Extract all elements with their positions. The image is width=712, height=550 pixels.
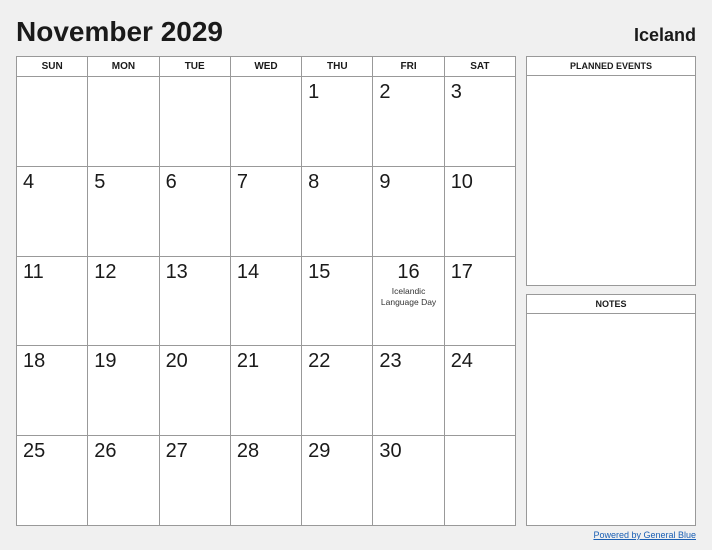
table-row: 16Icelandic Language Day [373,256,444,346]
table-row: 9 [373,166,444,256]
day-number: 25 [23,440,45,462]
calendar-section: SUN MON TUE WED THU FRI SAT 123456789101… [16,56,516,526]
col-header-sat: SAT [444,57,515,77]
col-header-fri: FRI [373,57,444,77]
table-row: 25 [17,436,88,526]
day-number: 16 [397,261,419,284]
day-number: 17 [451,261,473,283]
day-number: 4 [23,171,34,193]
col-header-sun: SUN [17,57,88,77]
table-row: 3 [444,77,515,167]
col-header-tue: TUE [159,57,230,77]
table-row: 29 [302,436,373,526]
day-number: 21 [237,350,259,372]
table-row: 23 [373,346,444,436]
day-number: 14 [237,261,259,283]
table-row: 21 [230,346,301,436]
table-row: 20 [159,346,230,436]
table-row: 15 [302,256,373,346]
powered-by-footer: Powered by General Blue [16,530,696,540]
event-label: Icelandic Language Day [379,286,437,308]
table-row: 26 [88,436,159,526]
day-number: 19 [94,350,116,372]
table-row [88,77,159,167]
table-row: 30 [373,436,444,526]
table-row: 12 [88,256,159,346]
day-number: 20 [166,350,188,372]
day-number: 1 [308,81,319,103]
page-header: November 2029 Iceland [16,16,696,48]
table-row [444,436,515,526]
table-row: 11 [17,256,88,346]
notes-box: NOTES [526,294,696,526]
planned-events-header: PLANNED EVENTS [527,57,695,76]
day-number: 7 [237,171,248,193]
day-number: 11 [23,261,44,283]
calendar-page: November 2029 Iceland SUN MON TUE WED TH… [0,0,712,550]
notes-body [527,314,695,525]
day-number: 8 [308,171,319,193]
table-row: 17 [444,256,515,346]
table-row: 4 [17,166,88,256]
day-number: 28 [237,440,259,462]
country-title: Iceland [634,25,696,46]
table-row: 5 [88,166,159,256]
table-row [17,77,88,167]
main-content: SUN MON TUE WED THU FRI SAT 123456789101… [16,56,696,526]
event-cell: 16Icelandic Language Day [379,261,437,308]
right-section: PLANNED EVENTS NOTES [526,56,696,526]
table-row: 1 [302,77,373,167]
day-number: 30 [379,440,401,462]
day-number: 10 [451,171,473,193]
calendar-table: SUN MON TUE WED THU FRI SAT 123456789101… [16,56,516,526]
day-number: 12 [94,261,116,283]
table-row: 27 [159,436,230,526]
col-header-mon: MON [88,57,159,77]
day-number: 26 [94,440,116,462]
col-header-thu: THU [302,57,373,77]
table-row: 6 [159,166,230,256]
table-row: 24 [444,346,515,436]
day-number: 9 [379,171,390,193]
table-row: 8 [302,166,373,256]
table-row: 28 [230,436,301,526]
table-row: 22 [302,346,373,436]
table-row: 13 [159,256,230,346]
notes-header: NOTES [527,295,695,314]
day-number: 18 [23,350,45,372]
table-row [230,77,301,167]
table-row: 14 [230,256,301,346]
table-row: 19 [88,346,159,436]
day-number: 15 [308,261,330,283]
day-number: 3 [451,81,462,103]
table-row: 2 [373,77,444,167]
day-number: 2 [379,81,390,103]
day-number: 24 [451,350,473,372]
powered-by-link[interactable]: Powered by General Blue [593,530,696,540]
day-number: 5 [94,171,105,193]
day-number: 6 [166,171,177,193]
planned-events-box: PLANNED EVENTS [526,56,696,286]
table-row: 7 [230,166,301,256]
col-header-wed: WED [230,57,301,77]
table-row [159,77,230,167]
month-year-title: November 2029 [16,16,223,48]
day-number: 29 [308,440,330,462]
day-number: 27 [166,440,188,462]
table-row: 10 [444,166,515,256]
day-number: 22 [308,350,330,372]
day-number: 13 [166,261,188,283]
day-number: 23 [379,350,401,372]
table-row: 18 [17,346,88,436]
planned-events-body [527,76,695,285]
